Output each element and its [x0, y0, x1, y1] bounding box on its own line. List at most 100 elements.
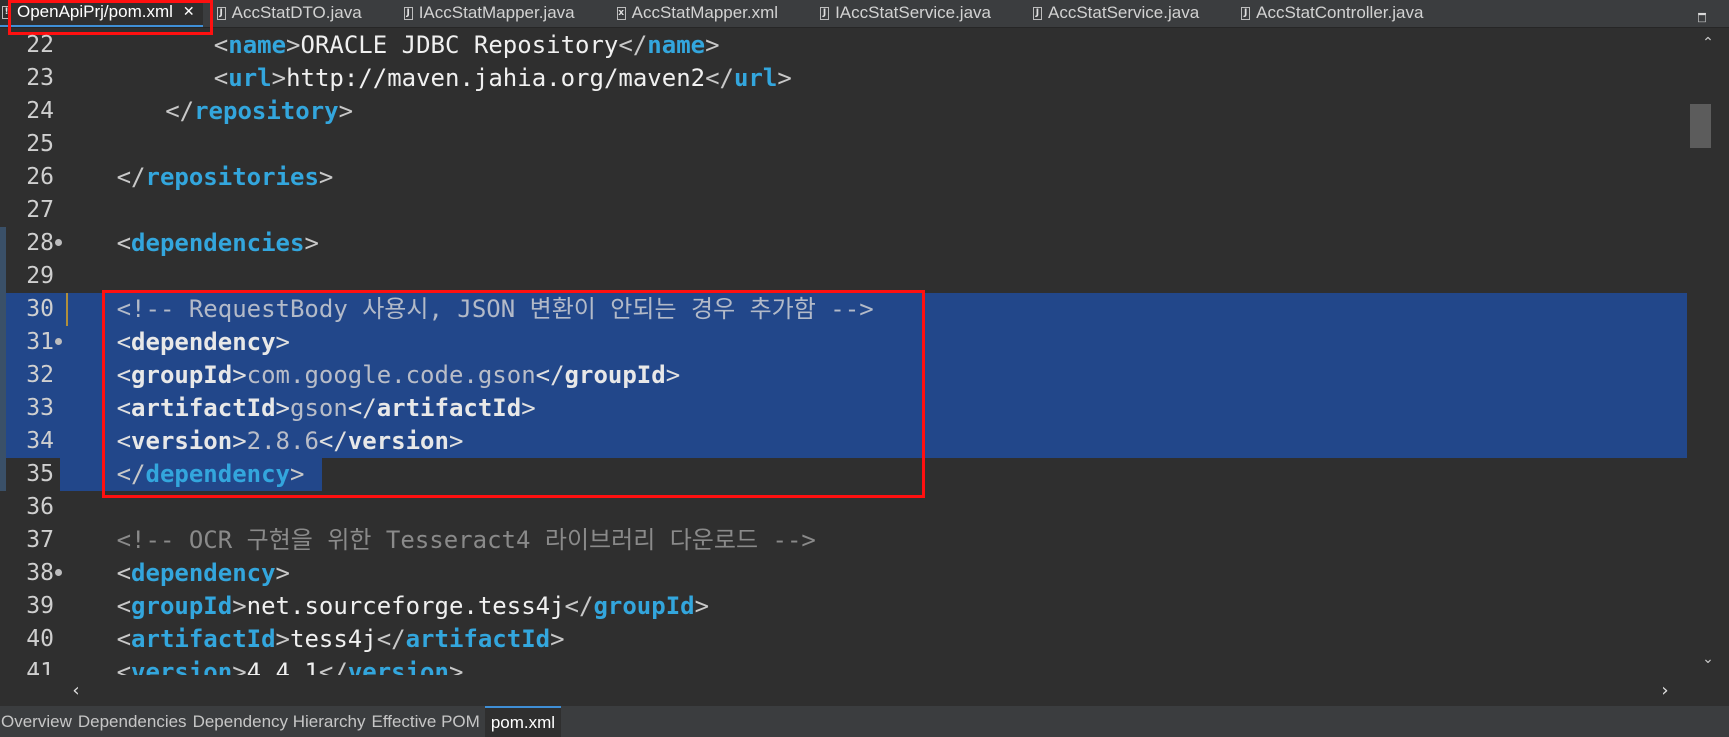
scroll-down-icon[interactable]: ⌄ [1687, 651, 1729, 671]
xml-text: 2.8.6 [246, 427, 319, 455]
xml-tag-name: url [228, 64, 272, 92]
tab-label: AccStatDTO.java [231, 3, 362, 22]
xml-bracket: > [338, 97, 354, 125]
selection-margin [60, 458, 66, 491]
code-line-32[interactable]: 32 <groupId>com.google.code.gson</groupId… [0, 359, 1687, 392]
editor-page-tab-pom-xml[interactable]: pom.xml [484, 706, 562, 737]
xml-bracket: > [275, 394, 290, 422]
code-line-22[interactable]: 22 <name>ORACLE JDBC Repository</name> [0, 29, 1687, 62]
tab-iaccstatmapper-java[interactable]: J IAccStatMapper.java [390, 0, 603, 27]
xml-bracket: </ [705, 64, 734, 92]
vertical-scrollbar[interactable]: ⌃ ⌄ [1687, 29, 1729, 675]
editor-tab-bar: ! OpenApiPrj/pom.xml ✕ J AccStatDTO.java J IAc… [0, 0, 1729, 28]
xml-bracket: > [290, 460, 305, 488]
scrollbar-thumb[interactable] [1690, 104, 1711, 148]
xml-bracket: < [116, 592, 132, 620]
line-number: 31 [26, 329, 54, 355]
code-line-28[interactable]: 28 <dependencies> [0, 227, 1687, 260]
window-controls[interactable]: ▁ □ [1687, 0, 1717, 28]
tab-accstatservice-java[interactable]: J AccStatService.java [1019, 0, 1227, 27]
maximize-icon[interactable]: □ [1697, 14, 1706, 24]
code-text: <artifactId>tess4j</artifactId> [117, 623, 565, 656]
editor-page-tab-dependencies[interactable]: Dependencies [77, 706, 192, 737]
code-editor[interactable]: 22 <name>ORACLE JDBC Repository</name> 23 <… [0, 29, 1687, 675]
editor-page-tab-effective-pom[interactable]: Effective POM [370, 706, 484, 737]
xml-tag-name: artifactId [376, 394, 522, 422]
code-line-30[interactable]: 30 <!-- RequestBody 사용시, JSON 변환이 안되는 경우 … [0, 293, 1687, 326]
fold-toggle-icon[interactable] [55, 239, 62, 246]
code-text: <dependency> [117, 557, 290, 590]
line-number: 32 [26, 362, 54, 388]
xml-bracket: < [116, 658, 132, 675]
code-line-33[interactable]: 33 <artifactId>gson</artifactId> [0, 392, 1687, 425]
caret-marker [66, 293, 68, 326]
xml-bracket: < [116, 361, 132, 389]
code-line-38[interactable]: 38 <dependency> [0, 557, 1687, 590]
code-line-41[interactable]: 41 <version>4.4.1</version> [0, 656, 1687, 675]
tab-label: AccStatController.java [1256, 3, 1424, 22]
code-line-34[interactable]: 34 <version>2.8.6</version> [0, 425, 1687, 458]
xml-bracket: < [116, 328, 132, 356]
xml-bracket: < [213, 64, 229, 92]
xml-tag-name: dependency [131, 328, 276, 356]
xml-text: com.google.code.gson [246, 361, 536, 389]
tab-accstatcontroller-java[interactable]: J AccStatController.java [1227, 0, 1451, 27]
close-icon[interactable]: ✕ [183, 4, 195, 20]
editor-page-tab-overview[interactable]: Overview [0, 706, 77, 737]
code-text: <groupId>com.google.code.gson</groupId> [117, 359, 681, 392]
line-number: 33 [26, 395, 54, 421]
code-line-37[interactable]: 37 <!-- OCR 구현을 위한 Tesseract4 라이브러리 다운로드 … [0, 524, 1687, 557]
xml-comment: <!-- OCR 구현을 위한 Tesseract4 라이브러리 다운로드 --… [116, 526, 816, 554]
java-file-icon: J [216, 6, 226, 20]
xml-tag-name: dependency [131, 559, 276, 587]
xml-bracket: < [116, 394, 132, 422]
xml-bracket: > [665, 361, 681, 389]
xml-text: ORACLE JDBC Repository [300, 31, 619, 59]
scroll-up-icon[interactable]: ⌃ [1687, 35, 1729, 55]
fold-toggle-icon[interactable] [55, 569, 62, 576]
fold-toggle-icon[interactable] [55, 338, 62, 345]
xml-bracket: > [275, 328, 290, 356]
code-text: <artifactId>gson</artifactId> [117, 392, 536, 425]
line-number: 28 [26, 230, 54, 256]
xml-tag-name: dependencies [131, 229, 305, 257]
tab-iaccstatservice-java[interactable]: J IAccStatService.java [806, 0, 1019, 27]
xml-bracket: > [232, 592, 247, 620]
xml-bracket: < [116, 625, 132, 653]
code-line-26[interactable]: 26 </repositories> [0, 161, 1687, 194]
tab-accstatdto-java[interactable]: J AccStatDTO.java [203, 0, 390, 27]
code-line-36[interactable]: 36 [0, 491, 1687, 524]
code-line-35[interactable]: 35 </dependency> [0, 458, 1687, 491]
line-number: 38 [26, 560, 54, 586]
code-text: <name>ORACLE JDBC Repository</name> [214, 29, 720, 62]
tab-label: AccStatMapper.xml [631, 3, 779, 22]
xml-bracket: > [694, 592, 710, 620]
java-file-icon: J [1032, 6, 1042, 20]
code-line-40[interactable]: 40 <artifactId>tess4j</artifactId> [0, 623, 1687, 656]
code-line-25[interactable]: 25 [0, 128, 1687, 161]
code-line-39[interactable]: 39 <groupId>net.sourceforge.tess4j</group… [0, 590, 1687, 623]
xml-bracket: </ [318, 427, 348, 455]
tab-accstatmapper-xml[interactable]: x AccStatMapper.xml [603, 0, 806, 27]
line-number: 22 [26, 32, 54, 58]
code-line-31[interactable]: 31 <dependency> [0, 326, 1687, 359]
line-number: 30 [26, 296, 54, 322]
xml-tag-name: groupId [593, 592, 695, 620]
code-text: <!-- OCR 구현을 위한 Tesseract4 라이브러리 다운로드 --… [117, 524, 816, 557]
editor-page-tab-dependency-hierarchy[interactable]: Dependency Hierarchy [192, 706, 371, 737]
pom-editor-tabs: Overview Dependencies Dependency Hierarchy… [0, 706, 1729, 737]
tab-openapiprj-pom-xml[interactable]: ! OpenApiPrj/pom.xml ✕ [0, 0, 203, 27]
xml-bracket: </ [116, 460, 146, 488]
code-line-29[interactable]: 29 [0, 260, 1687, 293]
horizontal-scrollbar[interactable]: ‹ › [60, 676, 1687, 706]
line-number: 34 [26, 428, 54, 454]
xml-bracket: > [550, 625, 565, 653]
code-line-23[interactable]: 23 <url>http://maven.jahia.org/maven2</ur… [0, 62, 1687, 95]
scroll-left-icon[interactable]: ‹ [66, 680, 86, 701]
xml-text: 4.4.1 [246, 658, 319, 675]
code-line-27[interactable]: 27 [0, 194, 1687, 227]
xml-bracket: > [777, 64, 792, 92]
code-text: <version>4.4.1</version> [117, 656, 464, 675]
code-line-24[interactable]: 24 </repository> [0, 95, 1687, 128]
scroll-right-icon[interactable]: › [1655, 680, 1675, 701]
